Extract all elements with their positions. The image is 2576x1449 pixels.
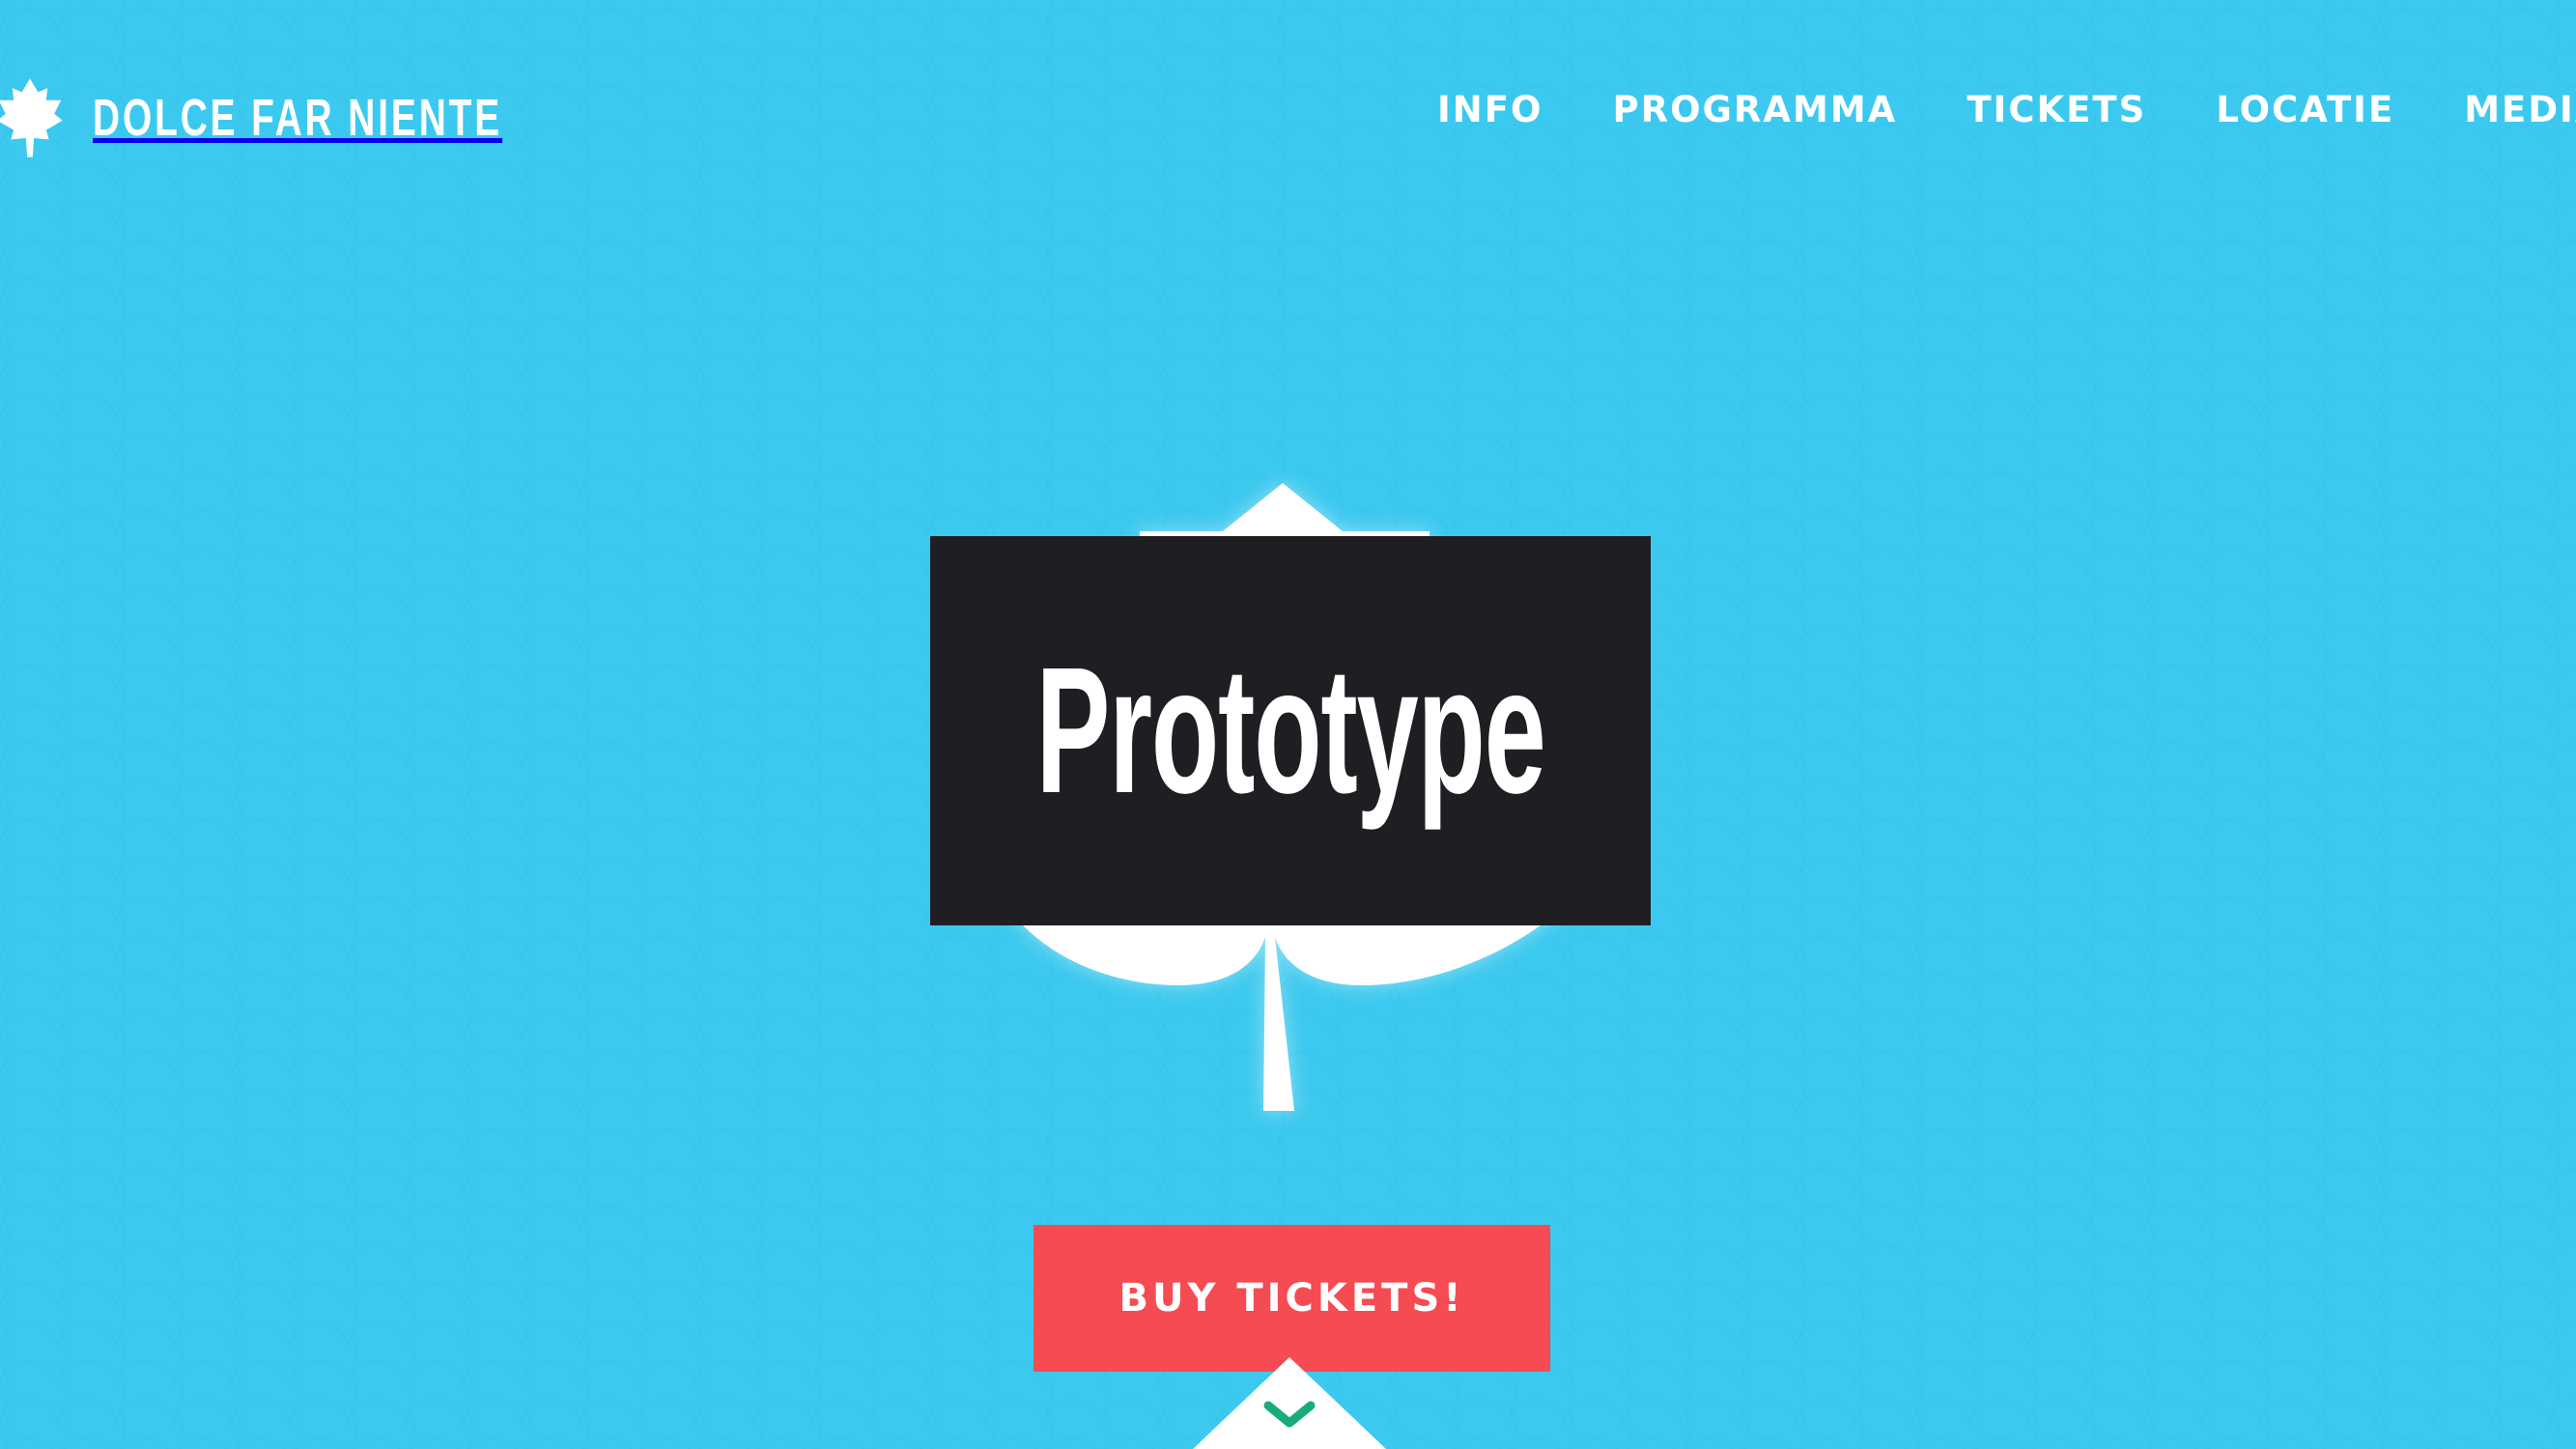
prototype-label: Prototype [1035,631,1545,831]
buy-tickets-label: BUY TICKETS! [1118,1276,1465,1321]
scroll-down-button[interactable] [1193,1357,1386,1449]
logo-text: DOLCE FAR NIENTE [93,89,503,147]
nav-item-media[interactable]: MEDIA [2464,89,2576,130]
nav-item-info[interactable]: INFO [1437,89,1543,130]
buy-tickets-button[interactable]: BUY TICKETS! [1033,1225,1550,1372]
main-nav: INFO PROGRAMMA TICKETS LOCATIE MEDIA [1437,89,2576,130]
site-logo[interactable]: DOLCE FAR NIENTE [0,70,662,166]
nav-item-programma[interactable]: PROGRAMMA [1612,89,1897,130]
nav-item-locatie[interactable]: LOCATIE [2216,89,2394,130]
nav-item-tickets[interactable]: TICKETS [1967,89,2146,130]
prototype-overlay: Prototype [930,536,1651,925]
maple-leaf-icon [0,78,63,157]
